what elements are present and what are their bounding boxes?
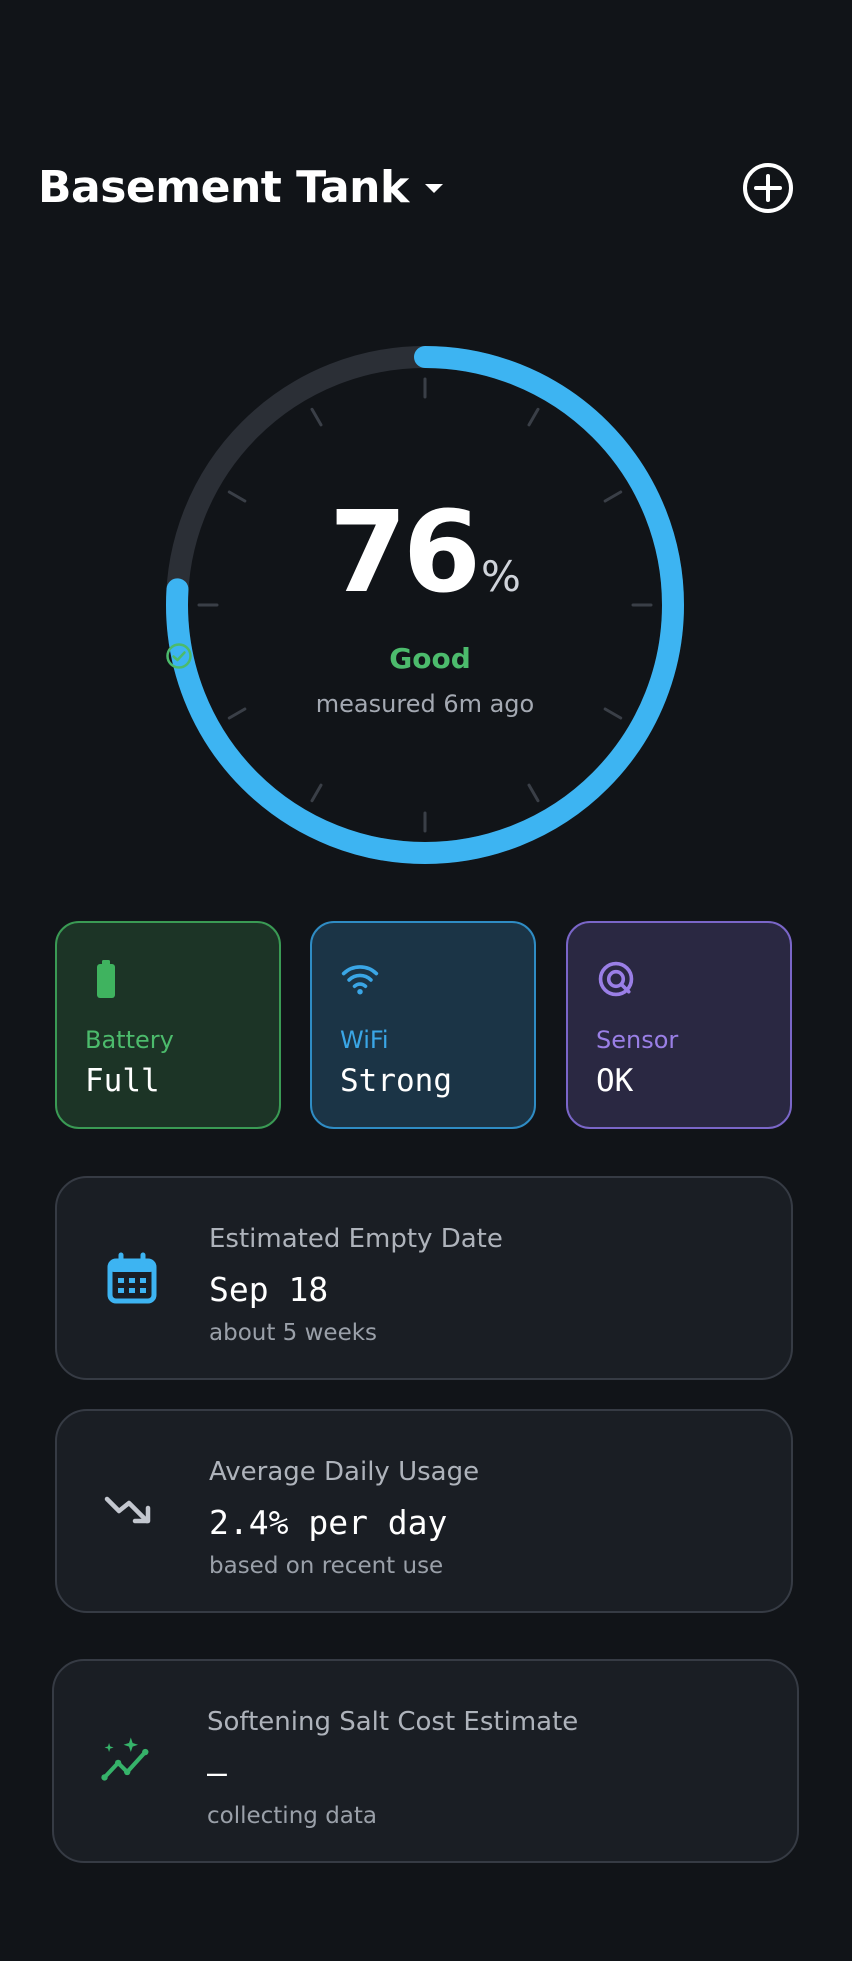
daily-usage-value: 2.4% per day [209, 1503, 448, 1542]
sparkle-chart-icon [101, 1737, 149, 1781]
wifi-value: Strong [340, 1063, 452, 1099]
wifi-tile[interactable]: WiFi Strong [310, 921, 536, 1129]
wifi-label: WiFi [340, 1026, 389, 1054]
battery-label: Battery [85, 1026, 174, 1054]
sensor-value: OK [596, 1063, 634, 1099]
status-tiles: Battery Full WiFi Strong Sensor OK [55, 921, 795, 1133]
check-circle-icon [166, 643, 192, 669]
salt-cost-value: — [207, 1753, 227, 1792]
tank-selector[interactable]: Basement Tank [38, 158, 445, 218]
battery-icon [97, 960, 115, 998]
wifi-icon [341, 965, 379, 995]
percent-sign: % [480, 552, 521, 601]
level-gauge: 76 % Good measured 6m ago [165, 345, 685, 865]
gauge-readout: 76 % Good measured 6m ago [165, 345, 685, 865]
sensor-tile[interactable]: Sensor OK [566, 921, 792, 1129]
status-badge: Good [165, 642, 685, 675]
sensor-icon [598, 961, 634, 997]
measured-time: measured 6m ago [315, 690, 535, 718]
page-title: Basement Tank [38, 162, 409, 213]
empty-date-value: Sep 18 [209, 1270, 329, 1309]
level-percent-value: 76 [329, 488, 481, 618]
salt-cost-card[interactable]: Softening Salt Cost Estimate — collectin… [52, 1659, 799, 1863]
salt-cost-label: Softening Salt Cost Estimate [207, 1707, 579, 1737]
empty-date-sub: about 5 weeks [209, 1320, 378, 1346]
daily-usage-label: Average Daily Usage [209, 1457, 480, 1487]
battery-value: Full [85, 1063, 160, 1099]
trending-down-icon [104, 1496, 151, 1524]
header: Basement Tank [38, 158, 798, 218]
level-percent: 76 % [165, 493, 685, 613]
status-text: Good [389, 642, 471, 675]
battery-tile[interactable]: Battery Full [55, 921, 281, 1129]
salt-cost-sub: collecting data [207, 1803, 377, 1829]
empty-date-card[interactable]: Estimated Empty Date Sep 18 about 5 week… [55, 1176, 793, 1380]
daily-usage-sub: based on recent use [209, 1553, 444, 1579]
add-tank-button[interactable] [742, 162, 794, 214]
daily-usage-card[interactable]: Average Daily Usage 2.4% per day based o… [55, 1409, 793, 1613]
chevron-down-icon [424, 184, 443, 193]
calendar-icon [107, 1252, 157, 1304]
sensor-label: Sensor [596, 1026, 679, 1054]
empty-date-label: Estimated Empty Date [209, 1224, 503, 1254]
